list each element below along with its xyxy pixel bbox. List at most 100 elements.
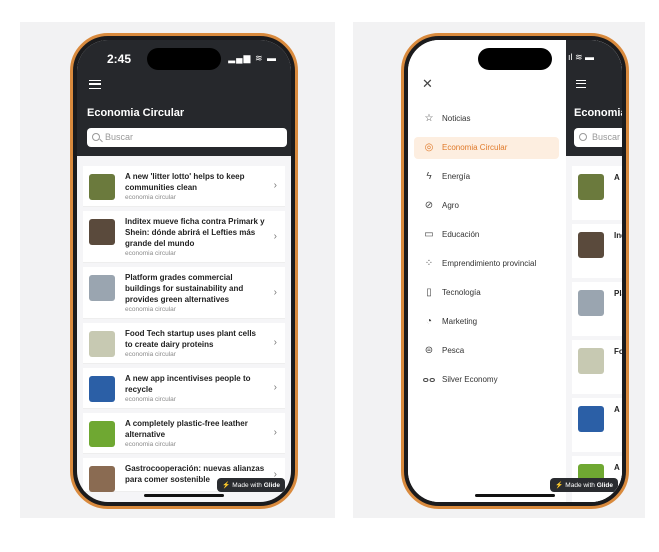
list-item[interactable]: Platform grades commercial buildings for…	[83, 267, 285, 319]
nav-item[interactable]: ☆ Noticias	[414, 108, 559, 130]
nav-item-label: Tecnología	[442, 288, 481, 297]
chevron-right-icon: ›	[273, 382, 277, 393]
home-indicator	[475, 494, 555, 497]
nav-item[interactable]: ⊘ Agro	[414, 195, 559, 217]
article-category: economia circular	[125, 351, 176, 358]
phone-icon: ▯	[426, 287, 432, 298]
book-icon: ▭	[424, 229, 434, 240]
hamburger-menu-icon[interactable]	[89, 80, 101, 89]
list-item: Fo	[572, 340, 622, 394]
nav-item-label: Agro	[442, 201, 459, 210]
article-thumbnail	[89, 331, 115, 357]
nav-item[interactable]: ▯ Tecnología	[414, 282, 559, 304]
peek-list: A rIndPlaFoA rA cGa	[566, 166, 622, 502]
chevron-right-icon: ›	[273, 427, 277, 438]
nav-item[interactable]: ⊜ Pesca	[414, 340, 559, 362]
peek-search: Buscar	[574, 128, 622, 147]
article-title: Pla	[614, 289, 622, 298]
article-title: Inditex mueve ficha contra Primark y She…	[125, 217, 265, 248]
search-input[interactable]: Buscar	[87, 128, 287, 147]
nav-item[interactable]: ◎ Economia Circular	[414, 137, 559, 159]
article-thumbnail	[89, 174, 115, 200]
article-title: A completely plastic-free leather altern…	[125, 419, 248, 439]
fish-icon: ⊜	[424, 345, 434, 356]
status-time: 2:45	[107, 52, 132, 66]
background-page-peek: ıl ≋ ▬ Economia Buscar A r Ind Pla Fo A r A c…	[566, 40, 622, 502]
star-icon: ☆	[424, 113, 434, 124]
article-thumbnail	[578, 348, 604, 374]
article-title: A r	[614, 405, 622, 414]
nav-item[interactable]: ◔ Marketing	[414, 311, 559, 333]
phone-navigation-drawer: ıl ≋ ▬ Economia Buscar A r Ind Pla Fo A r A c…	[401, 33, 629, 509]
article-title: A new app incentivises people to recycle	[125, 374, 251, 394]
article-thumbnail	[578, 406, 604, 432]
status-icons: ıl ≋ ▬	[568, 52, 595, 62]
article-thumbnail	[89, 219, 115, 245]
nav-item-label: Pesca	[442, 346, 465, 355]
article-thumbnail	[89, 376, 115, 402]
nav-item-label: Marketing	[442, 317, 478, 326]
home-indicator	[144, 494, 224, 497]
article-title: Food Tech startup uses plant cells to cr…	[125, 329, 256, 349]
screen: 2:45 ▂▄▆ ≋ ▬ Economia Circular Buscar A …	[77, 40, 291, 502]
list-item[interactable]: A new 'litter lotto' helps to keep commu…	[83, 166, 285, 207]
made-with-glide-badge[interactable]: ⚡ Made with Glide	[550, 478, 618, 492]
nav-item-label: Silver Economy	[442, 375, 498, 384]
article-category: economia circular	[125, 250, 176, 257]
article-title: Ind	[614, 231, 622, 240]
article-thumbnail	[89, 275, 115, 301]
article-thumbnail	[578, 232, 604, 258]
dynamic-island	[478, 48, 552, 70]
nav-item[interactable]: ⴰⴰ Silver Economy	[414, 369, 559, 391]
list-item[interactable]: A completely plastic-free leather altern…	[83, 413, 285, 454]
chart-icon: ◔	[425, 316, 433, 327]
page-title: Economia Circular	[87, 107, 185, 119]
article-title: A c	[614, 463, 622, 472]
article-category: economia circular	[125, 396, 176, 403]
nav-item[interactable]: ▭ Educación	[414, 224, 559, 246]
search-icon	[579, 133, 587, 141]
chevron-right-icon: ›	[273, 337, 277, 348]
nav-item-label: Educación	[442, 230, 480, 239]
people-icon: ⴰⴰ	[422, 374, 436, 385]
list-item[interactable]: A new app incentivises people to recycle…	[83, 368, 285, 409]
bolt-icon: ϟ	[426, 171, 432, 182]
navigation-drawer: ✕ ☆ Noticias ◎ Economia Circular ϟ Energía ⊘ Ag…	[408, 40, 566, 502]
article-title: A new 'litter lotto' helps to keep commu…	[125, 172, 245, 192]
article-thumbnail	[89, 466, 115, 492]
article-thumbnail	[578, 174, 604, 200]
chevron-right-icon: ›	[273, 286, 277, 298]
nav-item[interactable]: ϟ Energía	[414, 166, 559, 188]
nav-item[interactable]: ⁘ Emprendimiento provincial	[414, 253, 559, 275]
list-item[interactable]: Food Tech startup uses plant cells to cr…	[83, 323, 285, 364]
phone-news-list: 2:45 ▂▄▆ ≋ ▬ Economia Circular Buscar A …	[70, 33, 298, 509]
leaf-icon: ⊘	[424, 200, 434, 211]
peek-title: Economia	[574, 107, 622, 119]
list-item: Ind	[572, 224, 622, 278]
list-item: A r	[572, 166, 622, 220]
article-category: economia circular	[125, 306, 176, 313]
close-icon[interactable]: ✕	[422, 76, 433, 92]
nav-item-label: Economia Circular	[442, 143, 508, 152]
list-item[interactable]: Inditex mueve ficha contra Primark y She…	[83, 211, 285, 263]
chevron-right-icon: ›	[273, 230, 277, 242]
dynamic-island	[147, 48, 221, 70]
peek-header: ıl ≋ ▬ Economia Buscar	[566, 40, 622, 156]
nav-item-label: Energía	[442, 172, 471, 181]
article-title: Platform grades commercial buildings for…	[125, 273, 244, 304]
status-icons: ▂▄▆ ≋ ▬	[228, 53, 277, 63]
search-icon	[92, 133, 100, 141]
article-category: economia circular	[125, 194, 176, 201]
chevron-right-icon: ›	[273, 180, 277, 191]
article-thumbnail	[578, 290, 604, 316]
nav-item-label: Noticias	[442, 114, 471, 123]
screen: ıl ≋ ▬ Economia Buscar A r Ind Pla Fo A r A c…	[408, 40, 622, 502]
recycle-icon: ◎	[424, 142, 434, 153]
nav-item-label: Emprendimiento provincial	[442, 259, 537, 268]
news-list: A new 'litter lotto' helps to keep commu…	[77, 166, 291, 496]
list-item: A r	[572, 398, 622, 452]
article-title: Fo	[614, 347, 622, 356]
hamburger-menu-icon	[576, 80, 586, 88]
article-category: economia circular	[125, 441, 176, 448]
made-with-glide-badge[interactable]: ⚡ Made with Glide	[217, 478, 285, 492]
